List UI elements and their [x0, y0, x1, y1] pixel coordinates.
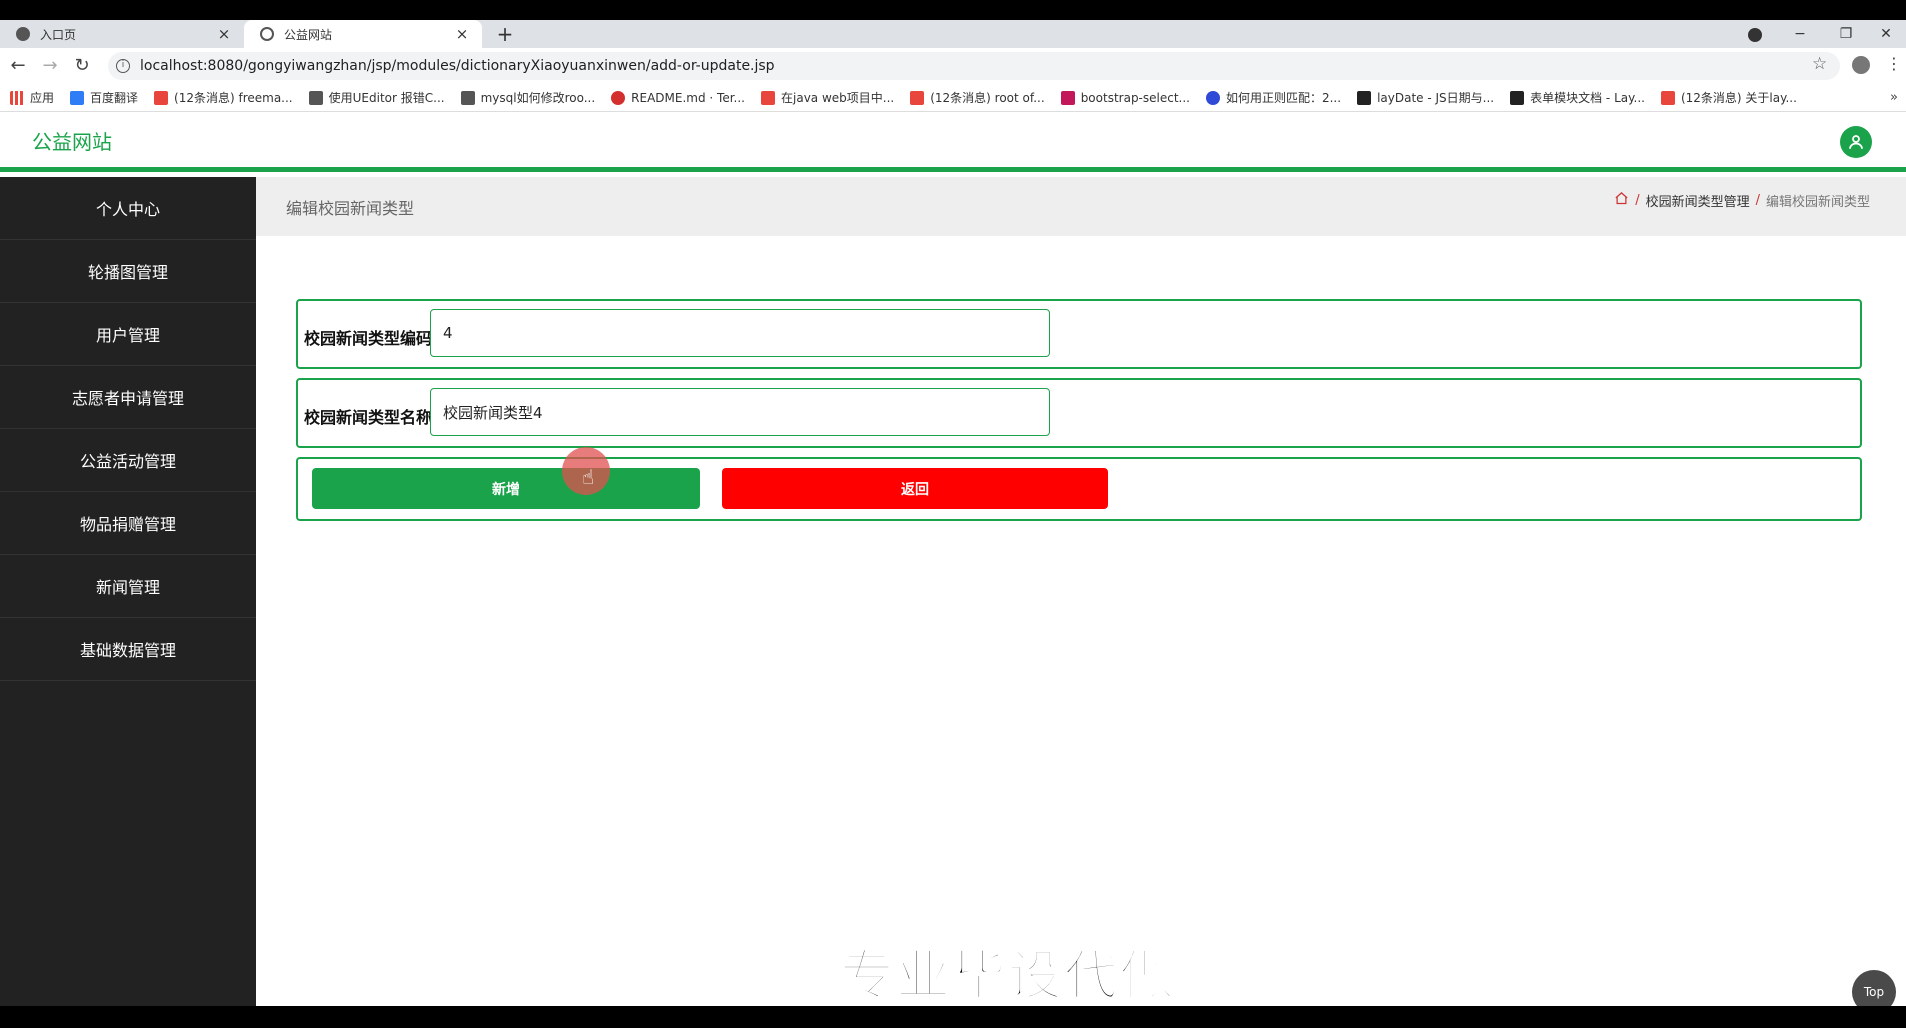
- browser-window: 入口页 × 公益网站 × + − ❐ ✕ ← → ↻ i localhost:8…: [0, 20, 1906, 1006]
- minimize-button[interactable]: −: [1780, 20, 1820, 48]
- bookmark-item[interactable]: (12条消息) 关于lay...: [1660, 89, 1797, 106]
- close-icon[interactable]: ×: [216, 25, 232, 43]
- bookmark-label: 表单模块文档 - Lay...: [1530, 91, 1645, 105]
- baidu-paw-icon: [1205, 90, 1220, 105]
- bookmark-label: bootstrap-select...: [1080, 90, 1190, 105]
- csdn-icon: [761, 90, 775, 105]
- form-row-name: 校园新闻类型名称: [296, 378, 1862, 448]
- tab-label: 公益网站: [284, 27, 333, 42]
- bookmark-item[interactable]: 百度翻译: [70, 89, 138, 106]
- bookmarks-bar: 应用 百度翻译 (12条消息) freema... 使用UEditor 报错C.…: [0, 84, 1906, 112]
- back-arrow-icon[interactable]: ←: [6, 54, 30, 78]
- restore-button[interactable]: ❐: [1826, 20, 1866, 48]
- bookmark-label: (12条消息) freema...: [174, 91, 293, 105]
- bookmarks-more-icon[interactable]: »: [1890, 90, 1898, 105]
- address-bar[interactable]: i localhost:8080/gongyiwangzhan/jsp/modu…: [108, 52, 1840, 80]
- hand-cursor-icon: ☝: [582, 465, 595, 489]
- close-icon[interactable]: ×: [454, 25, 470, 43]
- bookmark-item[interactable]: 使用UEditor 报错C...: [308, 89, 445, 106]
- sidebar-item-base-data[interactable]: 基础数据管理: [0, 618, 256, 681]
- bookmark-item[interactable]: (12条消息) root of...: [910, 89, 1045, 106]
- bookmark-item[interactable]: bootstrap-select...: [1060, 90, 1190, 105]
- app-header: 公益网站: [0, 112, 1906, 172]
- sidebar-item-donations[interactable]: 物品捐赠管理: [0, 492, 256, 555]
- sidebar: 个人中心 轮播图管理 用户管理 志愿者申请管理 公益活动管理 物品捐赠管理 新闻…: [0, 177, 256, 1006]
- app-title[interactable]: 公益网站: [32, 126, 112, 155]
- sidebar-item-carousel[interactable]: 轮播图管理: [0, 240, 256, 303]
- bookmark-label: layDate - JS日期与...: [1377, 91, 1495, 105]
- site-icon: [460, 90, 475, 105]
- bookmark-item[interactable]: 表单模块文档 - Lay...: [1510, 89, 1645, 106]
- bookmark-item[interactable]: layDate - JS日期与...: [1357, 89, 1494, 106]
- bookmark-label: 使用UEditor 报错C...: [328, 91, 445, 105]
- site-icon: [260, 27, 274, 41]
- bookmark-label: (12条消息) root of...: [930, 91, 1045, 105]
- form-actions: 新增 返回: [296, 457, 1862, 521]
- tab-charity-site[interactable]: 公益网站 ×: [244, 20, 482, 48]
- page-header: 编辑校园新闻类型 / 校园新闻类型管理 / 编辑校园新闻类型: [256, 177, 1906, 236]
- site-icon: [1060, 90, 1075, 105]
- csdn-icon: [910, 90, 925, 105]
- account-icon[interactable]: [1852, 56, 1870, 74]
- bookmark-label: (12条消息) 关于lay...: [1680, 91, 1797, 105]
- bookmark-item[interactable]: 在java web项目中...: [761, 89, 894, 106]
- gitee-icon: [611, 90, 626, 105]
- breadcrumb: / 校园新闻类型管理 / 编辑校园新闻类型: [1614, 191, 1870, 210]
- sidebar-item-volunteer-applications[interactable]: 志愿者申请管理: [0, 366, 256, 429]
- forward-arrow-icon[interactable]: →: [38, 54, 62, 78]
- main-content: 编辑校园新闻类型 / 校园新闻类型管理 / 编辑校园新闻类型 校园新闻类型编码 …: [256, 177, 1906, 1006]
- bookmark-label: mysql如何修改roo...: [480, 91, 596, 105]
- name-input[interactable]: [430, 388, 1050, 436]
- bookmark-item[interactable]: (12条消息) freema...: [154, 89, 293, 106]
- user-avatar-icon[interactable]: [1840, 126, 1872, 158]
- csdn-icon: [1660, 90, 1675, 105]
- tab-search-icon[interactable]: [1748, 28, 1762, 42]
- layui-icon: [1357, 90, 1372, 105]
- info-icon[interactable]: i: [116, 59, 130, 73]
- menu-icon[interactable]: ⋮: [1886, 54, 1902, 73]
- home-icon[interactable]: [1614, 191, 1629, 210]
- apps-grid-icon: [10, 90, 24, 105]
- tab-label: 入口页: [40, 27, 77, 42]
- page-title: 编辑校园新闻类型: [286, 199, 415, 218]
- site-icon: [308, 90, 323, 105]
- bookmark-apps[interactable]: 应用: [10, 89, 54, 106]
- code-input[interactable]: [430, 309, 1050, 357]
- sidebar-item-personal-center[interactable]: 个人中心: [0, 177, 256, 240]
- back-to-top-button[interactable]: Top: [1852, 970, 1896, 1006]
- csdn-icon: [154, 90, 169, 105]
- breadcrumb-separator: /: [1755, 193, 1760, 208]
- code-label: 校园新闻类型编码: [304, 329, 433, 348]
- bookmark-item[interactable]: mysql如何修改roo...: [460, 89, 596, 106]
- tab-entry-page[interactable]: 入口页 ×: [0, 20, 244, 48]
- baidu-translate-icon: [70, 90, 85, 105]
- reload-icon[interactable]: ↻: [70, 54, 94, 78]
- url-text: localhost:8080/gongyiwangzhan/jsp/module…: [140, 58, 775, 74]
- breadcrumb-separator: /: [1635, 193, 1640, 208]
- submit-button[interactable]: 新增: [312, 468, 700, 509]
- bookmark-label: 在java web项目中...: [781, 91, 895, 105]
- form-row-code: 校园新闻类型编码: [296, 299, 1862, 369]
- bookmark-label: README.md · Ter...: [631, 90, 745, 105]
- back-button[interactable]: 返回: [722, 468, 1108, 509]
- bookmark-item[interactable]: 如何用正则匹配：2...: [1205, 89, 1342, 106]
- new-tab-button[interactable]: +: [494, 22, 516, 46]
- watermark-text: 专业毕设代做: [839, 943, 1176, 1006]
- name-label: 校园新闻类型名称: [304, 408, 433, 427]
- bookmark-star-icon[interactable]: ☆: [1812, 54, 1827, 74]
- breadcrumb-parent[interactable]: 校园新闻类型管理: [1646, 191, 1750, 210]
- bookmark-label: 应用: [30, 91, 55, 105]
- bookmark-label: 如何用正则匹配：2...: [1225, 91, 1342, 105]
- tab-strip: 入口页 × 公益网站 × + − ❐ ✕: [0, 20, 1906, 48]
- bookmark-item[interactable]: README.md · Ter...: [611, 90, 745, 105]
- window-close-button[interactable]: ✕: [1866, 20, 1906, 48]
- bookmark-label: 百度翻译: [90, 91, 139, 105]
- sidebar-item-users[interactable]: 用户管理: [0, 303, 256, 366]
- sidebar-item-news[interactable]: 新闻管理: [0, 555, 256, 618]
- globe-icon: [16, 27, 30, 41]
- sidebar-item-charity-activities[interactable]: 公益活动管理: [0, 429, 256, 492]
- breadcrumb-current: 编辑校园新闻类型: [1765, 195, 1870, 210]
- layui-icon: [1510, 90, 1525, 105]
- browser-toolbar: ← → ↻ i localhost:8080/gongyiwangzhan/js…: [0, 48, 1906, 84]
